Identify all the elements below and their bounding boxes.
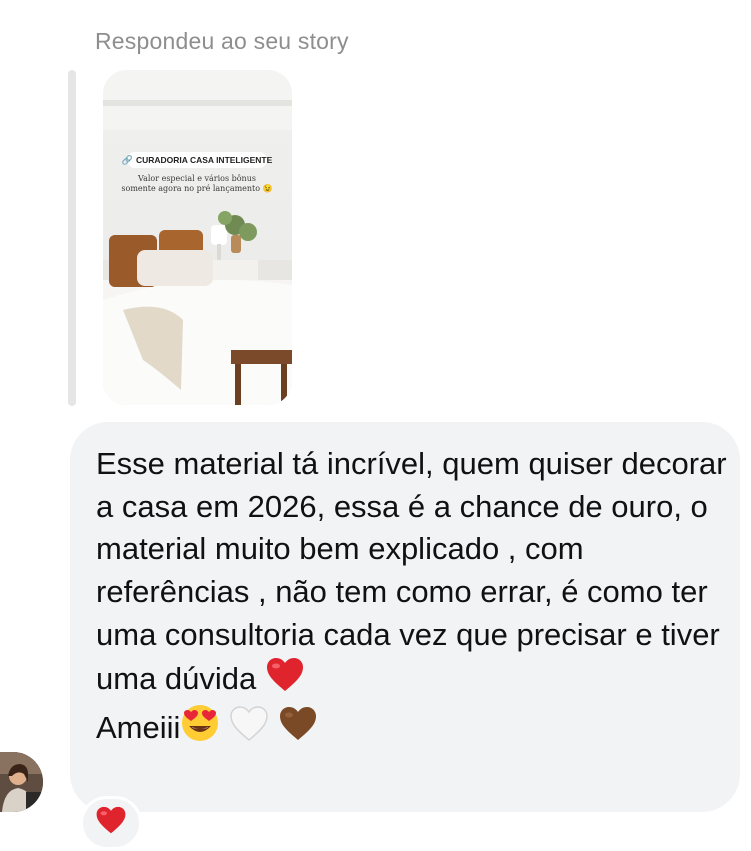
link-icon: 🔗 xyxy=(121,154,133,165)
story-bedroom-photo xyxy=(103,70,292,405)
reaction-badge[interactable] xyxy=(80,796,142,850)
message-line-2: Ameiii xyxy=(96,710,181,746)
story-thumbnail[interactable]: 🔗 CURADORIA CASA INTELIGENTE Valor espec… xyxy=(103,70,292,405)
sender-avatar[interactable] xyxy=(0,752,43,812)
red-heart-icon xyxy=(265,657,305,705)
avatar-photo xyxy=(0,752,43,812)
message-text: Esse material tá incrível, quem quiser d… xyxy=(96,446,727,696)
story-caption: Valor especial e vários bônus somente ag… xyxy=(121,174,273,193)
story-link-sticker[interactable]: 🔗 CURADORIA CASA INTELIGENTE xyxy=(122,152,272,168)
white-heart-icon xyxy=(229,706,269,754)
heart-eyes-icon xyxy=(180,704,220,754)
brown-heart-icon xyxy=(278,706,318,754)
reply-quote-bar xyxy=(68,70,76,406)
red-heart-icon xyxy=(95,806,127,840)
message-text-block: Esse material tá incrível, quem quiser d… xyxy=(96,443,736,754)
reply-label: Respondeu ao seu story xyxy=(95,28,349,54)
story-sticker-label: CURADORIA CASA INTELIGENTE xyxy=(135,155,273,165)
